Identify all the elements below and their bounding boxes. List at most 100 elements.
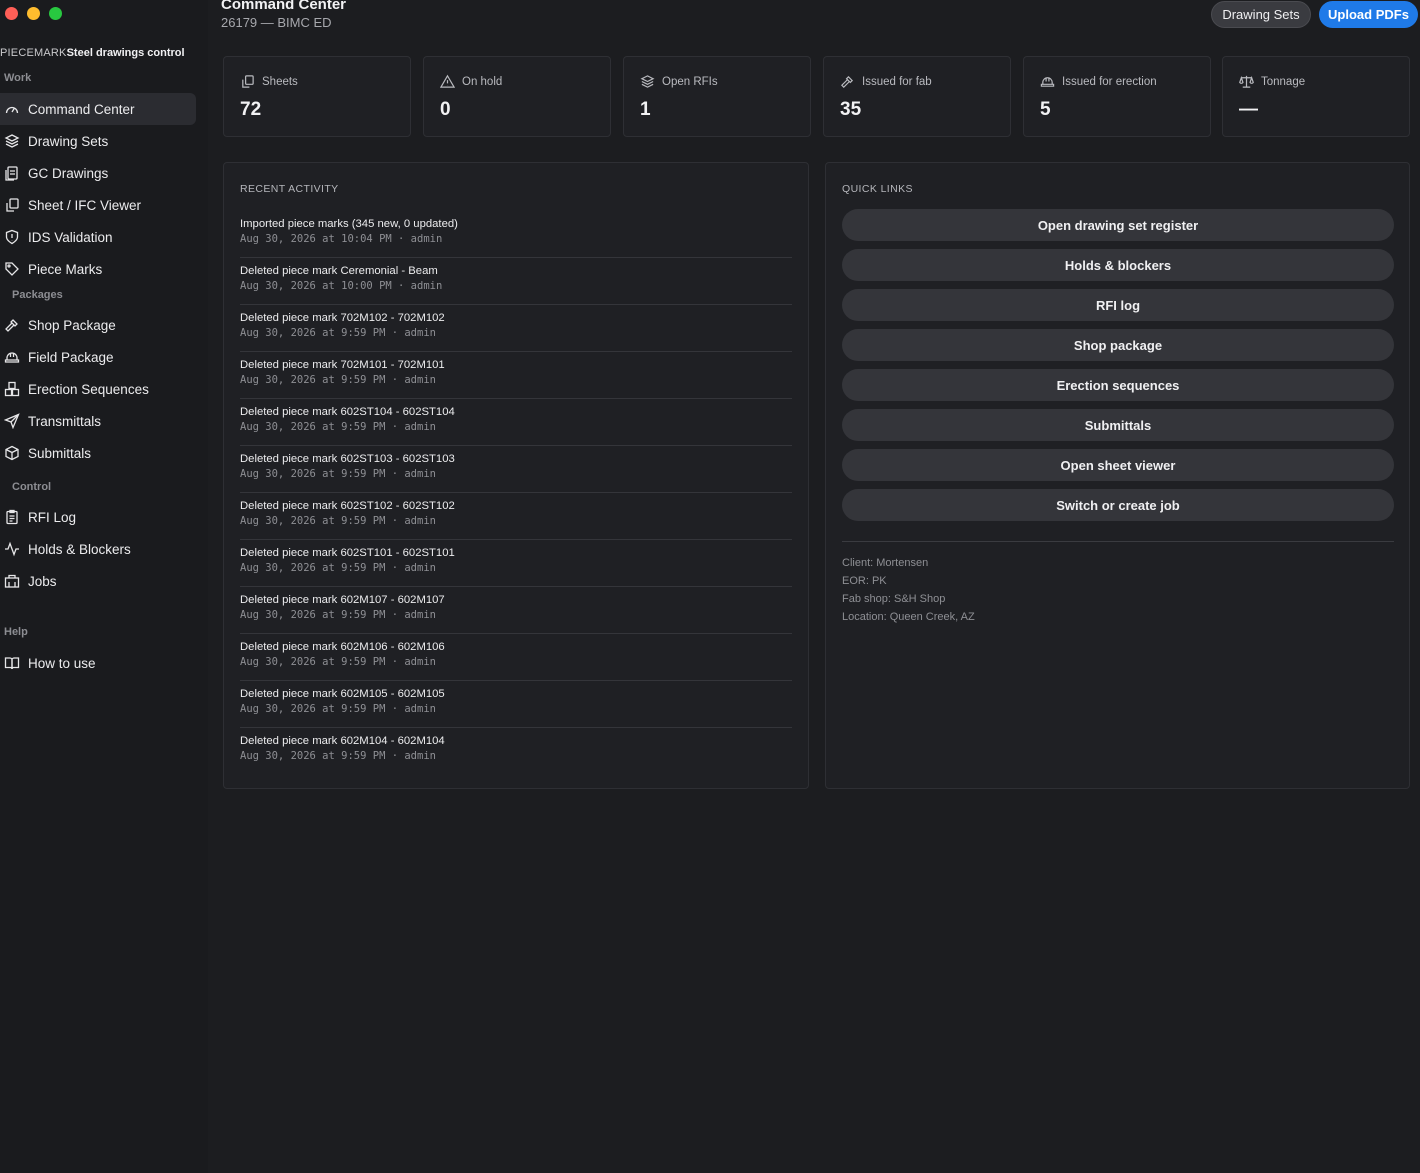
sidebar-item-label: Submittals	[28, 445, 92, 461]
sidebar-item-gc-drawings[interactable]: GC Drawings	[0, 157, 196, 189]
sidebar-item-label: Holds & Blockers	[28, 541, 131, 557]
activity-item: Deleted piece mark 602ST102 - 602ST102 Au…	[240, 493, 792, 540]
sidebar-item-drawing-sets[interactable]: Drawing Sets	[0, 125, 196, 157]
drawing-sets-button[interactable]: Drawing Sets	[1211, 1, 1311, 28]
activity-meta: Aug 30, 2026 at 9:59 PM · admin	[240, 468, 436, 480]
sidebar-item-command-center[interactable]: Command Center	[0, 93, 196, 125]
stat-label-row: Issued for fab	[840, 74, 932, 89]
gauge-icon	[5, 106, 19, 114]
sidebar-item-label: GC Drawings	[28, 165, 109, 181]
job-eor: EOR: PK	[842, 575, 887, 587]
zoom-window-button[interactable]	[49, 7, 62, 20]
app-brand: PIECEMARKSteel drawings control	[0, 47, 185, 59]
stat-label: Issued for fab	[862, 75, 932, 88]
open-drawing-set-register-button[interactable]: Open drawing set register	[842, 209, 1394, 241]
sidebar-item-piece-marks[interactable]: Piece Marks	[0, 253, 196, 285]
activity-item: Deleted piece mark 602M104 - 602M104 Aug …	[240, 728, 792, 775]
boxes-icon	[4, 381, 20, 397]
sidebar-item-submittals[interactable]: Submittals	[0, 437, 196, 469]
send-icon	[4, 413, 20, 429]
layers-icon	[640, 75, 655, 88]
stat-label: Tonnage	[1261, 75, 1306, 88]
activity-meta: Aug 30, 2026 at 9:59 PM · admin	[240, 421, 436, 433]
minimize-window-button[interactable]	[27, 7, 40, 20]
stat-value: 35	[840, 99, 862, 120]
sidebar-item-label: Field Package	[28, 349, 114, 365]
upload-pdfs-button[interactable]: Upload PDFs	[1319, 1, 1418, 28]
sidebar: PIECEMARKSteel drawings control Work Com…	[0, 0, 208, 1173]
stat-label-row: Open RFIs	[640, 74, 718, 89]
files-icon	[6, 198, 19, 212]
open-sheet-viewer-button[interactable]: Open sheet viewer	[842, 449, 1394, 481]
sidebar-item-holds-blockers[interactable]: Holds & Blockers	[0, 533, 196, 565]
sidebar-item-field-package[interactable]: Field Package	[0, 341, 196, 373]
warning-triangle-icon	[440, 74, 455, 88]
activity-text: Deleted piece mark 702M102 - 702M102	[240, 312, 445, 324]
stat-value: 5	[1040, 99, 1051, 120]
activity-meta: Aug 30, 2026 at 9:59 PM · admin	[240, 562, 436, 574]
sidebar-item-label: Shop Package	[28, 317, 116, 333]
activity-meta: Aug 30, 2026 at 9:59 PM · admin	[240, 703, 436, 715]
tag-icon	[5, 262, 19, 276]
activity-item: Deleted piece mark Ceremonial - Beam Aug …	[240, 258, 792, 305]
section-label-help: Help	[4, 626, 28, 638]
section-label-packages: Packages	[12, 289, 63, 301]
activity-meta: Aug 30, 2026 at 9:59 PM · admin	[240, 374, 436, 386]
rfi-log-button[interactable]: RFI log	[842, 289, 1394, 321]
close-window-button[interactable]	[5, 7, 18, 20]
sidebar-item-label: Sheet / IFC Viewer	[28, 197, 142, 213]
book-icon	[4, 657, 20, 670]
hammer-icon	[5, 319, 18, 332]
activity-item: Deleted piece mark 602ST103 - 602ST103 Au…	[240, 446, 792, 493]
activity-meta: Aug 30, 2026 at 9:59 PM · admin	[240, 750, 436, 762]
stat-value: 0	[440, 99, 451, 120]
stat-value: 1	[640, 99, 651, 120]
activity-item: Deleted piece mark 602M107 - 602M107 Aug …	[240, 587, 792, 634]
submittals-button[interactable]: Submittals	[842, 409, 1394, 441]
activity-text: Deleted piece mark 602ST104 - 602ST104	[240, 406, 455, 418]
sidebar-item-sheet-ifc-viewer[interactable]: Sheet / IFC Viewer	[0, 189, 196, 221]
stat-card-sheets: Sheets 72	[223, 56, 411, 137]
sidebar-item-label: Drawing Sets	[28, 133, 109, 149]
stat-label-row: On hold	[440, 74, 502, 89]
recent-activity-panel: RECENT ACTIVITY Imported piece marks (34…	[223, 162, 809, 789]
stat-label-row: Issued for erection	[1040, 74, 1157, 89]
sidebar-item-label: RFI Log	[28, 509, 77, 525]
stat-label-row: Sheets	[240, 74, 298, 89]
sidebar-item-label: Transmittals	[28, 413, 102, 429]
shop-package-button[interactable]: Shop package	[842, 329, 1394, 361]
stat-label-row: Tonnage	[1239, 74, 1305, 89]
sidebar-item-rfi-log[interactable]: RFI Log	[0, 501, 196, 533]
activity-item: Deleted piece mark 602ST104 - 602ST104 Au…	[240, 399, 792, 446]
window-controls	[5, 7, 62, 20]
activity-meta: Aug 30, 2026 at 9:59 PM · admin	[240, 656, 436, 668]
activity-text: Deleted piece mark Ceremonial - Beam	[240, 265, 438, 277]
job-location: Location: Queen Creek, AZ	[842, 611, 975, 623]
erection-sequences-button[interactable]: Erection sequences	[842, 369, 1394, 401]
stat-value: —	[1239, 99, 1258, 120]
stat-label: Sheets	[262, 75, 298, 88]
building-icon	[4, 574, 20, 588]
sidebar-item-ids-validation[interactable]: IDS Validation	[0, 221, 196, 253]
activity-item: Deleted piece mark 702M101 - 702M101 Aug …	[240, 352, 792, 399]
job-meta: Client: Mortensen EOR: PK Fab shop: S&H …	[842, 554, 975, 626]
stat-card-issued-for-fab: Issued for fab 35	[823, 56, 1011, 137]
stat-card-on-hold: On hold 0	[423, 56, 611, 137]
job-fab-shop: Fab shop: S&H Shop	[842, 593, 946, 605]
activity-text: Deleted piece mark 602ST103 - 602ST103	[240, 453, 455, 465]
sidebar-item-erection-sequences[interactable]: Erection Sequences	[0, 373, 196, 405]
brand-name: Steel drawings control	[66, 47, 185, 59]
stat-card-issued-for-erection: Issued for erection 5	[1023, 56, 1211, 137]
activity-item: Imported piece marks (345 new, 0 updated…	[240, 211, 792, 258]
switch-or-create-job-button[interactable]: Switch or create job	[842, 489, 1394, 521]
stat-label: Open RFIs	[662, 75, 718, 88]
sidebar-item-how-to-use[interactable]: How to use	[0, 647, 196, 679]
sidebar-item-transmittals[interactable]: Transmittals	[0, 405, 196, 437]
sidebar-item-jobs[interactable]: Jobs	[0, 565, 196, 597]
sidebar-item-shop-package[interactable]: Shop Package	[0, 309, 196, 341]
stat-value: 72	[240, 99, 262, 120]
activity-meta: Aug 30, 2026 at 9:59 PM · admin	[240, 515, 436, 527]
hard-hat-icon	[1040, 77, 1055, 87]
shield-icon	[5, 229, 19, 245]
holds-blockers-button[interactable]: Holds & blockers	[842, 249, 1394, 281]
